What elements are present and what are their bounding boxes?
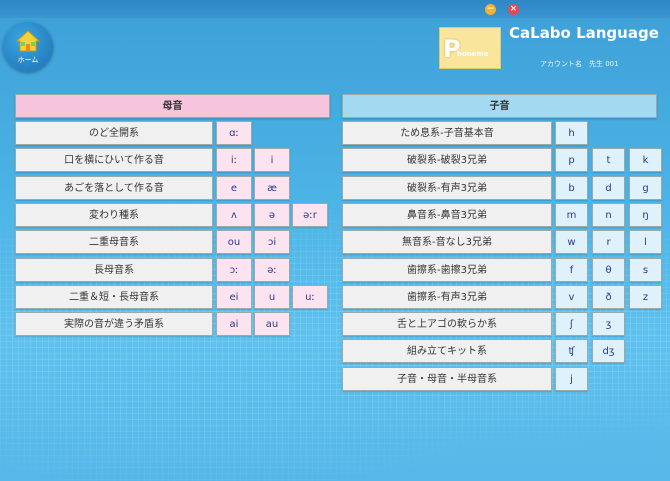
phoneme-button[interactable]: s xyxy=(629,257,662,282)
phoneme-button[interactable]: i xyxy=(254,148,290,173)
phoneme-button[interactable]: u xyxy=(254,284,290,309)
phoneme-button[interactable]: v xyxy=(555,284,588,309)
phoneme-button[interactable]: b xyxy=(555,175,588,200)
home-button[interactable]: ホーム xyxy=(3,22,53,72)
category-label[interactable]: 実際の音が違う矛盾系 xyxy=(15,312,213,337)
title-bar: − × xyxy=(0,0,670,18)
phoneme-button[interactable]: ʌ xyxy=(216,202,252,227)
phoneme-button[interactable]: ŋ xyxy=(629,202,662,227)
phoneme-button[interactable]: æ xyxy=(254,175,290,200)
phoneme-button[interactable]: g xyxy=(629,175,662,200)
phoneme-button[interactable]: uː xyxy=(292,284,328,309)
phoneme-button[interactable]: ʃ xyxy=(555,312,588,337)
category-label[interactable]: あごを落として作る音 xyxy=(15,175,213,200)
category-label[interactable]: 組み立てキット系 xyxy=(342,339,552,364)
close-button[interactable]: × xyxy=(508,4,519,15)
phoneme-button[interactable]: ɔː xyxy=(216,257,252,282)
phoneme-button[interactable]: ai xyxy=(216,312,252,337)
phoneme-button[interactable]: əːr xyxy=(292,202,328,227)
category-label[interactable]: 口を横にひいて作る音 xyxy=(15,148,213,173)
phoneme-button[interactable]: k xyxy=(629,148,662,173)
phoneme-button[interactable]: j xyxy=(555,366,588,391)
logo-text: honeme xyxy=(457,50,489,58)
category-label[interactable]: 二重母音系 xyxy=(15,230,213,255)
phoneme-button[interactable]: r xyxy=(592,230,625,255)
category-label[interactable]: 変わり種系 xyxy=(15,202,213,227)
phoneme-button[interactable]: ð xyxy=(592,284,625,309)
phoneme-button[interactable]: iː xyxy=(216,148,252,173)
phoneme-button[interactable]: z xyxy=(629,284,662,309)
app-title: CaLabo Language xyxy=(509,24,659,42)
phoneme-button[interactable]: n xyxy=(592,202,625,227)
phoneme-button[interactable]: p xyxy=(555,148,588,173)
category-label[interactable]: 長母音系 xyxy=(15,257,213,282)
category-label[interactable]: ため息系-子音基本音 xyxy=(342,121,552,145)
category-label[interactable]: 舌と上アゴの軟らか系 xyxy=(342,312,552,337)
phoneme-button[interactable]: ʒ xyxy=(592,312,625,337)
phoneme-button[interactable]: f xyxy=(555,257,588,282)
account-name: アカウント名 先生 001 xyxy=(540,60,619,68)
phoneme-button[interactable]: dʒ xyxy=(592,339,625,364)
category-label[interactable]: のど全開系 xyxy=(15,121,213,145)
phoneme-button[interactable]: m xyxy=(555,202,588,227)
logo-letter: P xyxy=(443,35,461,63)
phoneme-button[interactable]: ou xyxy=(216,230,252,255)
category-label[interactable]: 歯擦系-有声3兄弟 xyxy=(342,284,552,309)
phoneme-button[interactable]: h xyxy=(555,121,588,145)
minimize-button[interactable]: − xyxy=(485,4,496,15)
category-label[interactable]: 鼻音系-鼻音3兄弟 xyxy=(342,202,552,227)
phoneme-button[interactable]: t xyxy=(592,148,625,173)
category-label[interactable]: 破裂系-有声3兄弟 xyxy=(342,175,552,200)
house-icon xyxy=(16,30,40,52)
phoneme-button[interactable]: w xyxy=(555,230,588,255)
phoneme-button[interactable]: d xyxy=(592,175,625,200)
phoneme-logo: P honeme xyxy=(439,27,501,69)
category-label[interactable]: 子音・母音・半母音系 xyxy=(342,366,552,391)
phoneme-button[interactable]: au xyxy=(254,312,290,337)
phoneme-button[interactable]: ei xyxy=(216,284,252,309)
category-label[interactable]: 二重＆短・長母音系 xyxy=(15,284,213,309)
vowel-section-header: 母音 xyxy=(15,94,330,118)
phoneme-button[interactable]: e xyxy=(216,175,252,200)
category-label[interactable]: 歯擦系-歯擦3兄弟 xyxy=(342,257,552,282)
phoneme-button[interactable]: əː xyxy=(254,257,290,282)
home-label: ホーム xyxy=(17,56,39,64)
phoneme-button[interactable]: ə xyxy=(254,202,290,227)
phoneme-button[interactable]: θ xyxy=(592,257,625,282)
phoneme-button[interactable]: ɔi xyxy=(254,230,290,255)
phoneme-button[interactable]: ɑː xyxy=(216,121,252,145)
consonant-section-header: 子音 xyxy=(342,94,657,118)
category-label[interactable]: 破裂系-破裂3兄弟 xyxy=(342,148,552,173)
phoneme-button[interactable]: ʧ xyxy=(555,339,588,364)
phoneme-button[interactable]: l xyxy=(629,230,662,255)
category-label[interactable]: 無音系-音なし3兄弟 xyxy=(342,230,552,255)
